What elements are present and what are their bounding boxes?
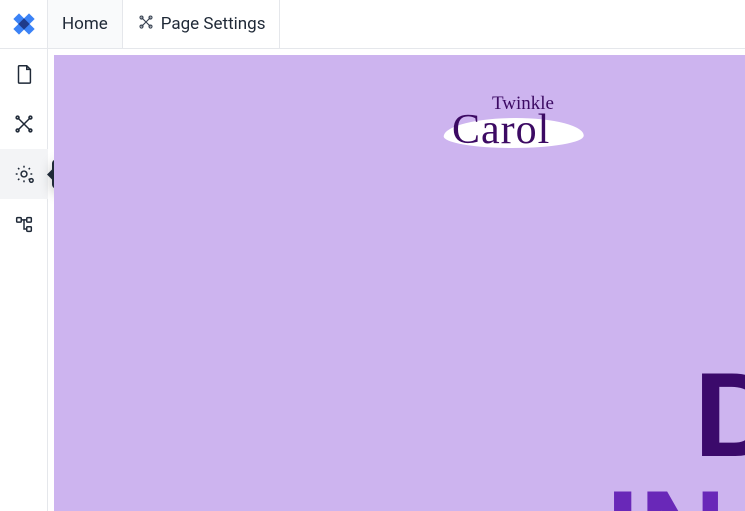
tab-home[interactable]: Home	[48, 0, 123, 48]
siderail-item-design[interactable]	[0, 99, 48, 149]
tab-label: Home	[62, 14, 108, 34]
app-logo[interactable]	[0, 0, 48, 48]
canvas-background	[54, 55, 745, 511]
page-icon	[13, 63, 35, 85]
workspace: Site Settings Twinkle Carol D IN	[0, 49, 745, 511]
frappe-logo-icon	[7, 7, 41, 41]
siderail-item-outline[interactable]	[0, 199, 48, 249]
tab-label: Page Settings	[161, 14, 266, 34]
tools-icon	[137, 13, 155, 36]
page-canvas[interactable]: Twinkle Carol D IN	[54, 55, 745, 511]
hero-heading-line1-fragment: D	[694, 355, 745, 475]
hero-heading-line2-fragment: IN	[606, 473, 726, 511]
brand-title: Carol	[452, 106, 550, 154]
design-tools-icon	[13, 113, 35, 135]
siderail-item-site-settings[interactable]: Site Settings	[0, 149, 48, 199]
site-brand-logo: Twinkle Carol	[436, 92, 592, 162]
canvas-wrapper: Twinkle Carol D IN	[48, 49, 745, 511]
tree-icon	[13, 213, 35, 235]
gear-icon	[13, 163, 35, 185]
tab-page-settings[interactable]: Page Settings	[123, 0, 281, 48]
topbar: Home Page Settings	[0, 0, 745, 49]
siderail: Site Settings	[0, 49, 48, 511]
siderail-item-pages[interactable]	[0, 49, 48, 99]
